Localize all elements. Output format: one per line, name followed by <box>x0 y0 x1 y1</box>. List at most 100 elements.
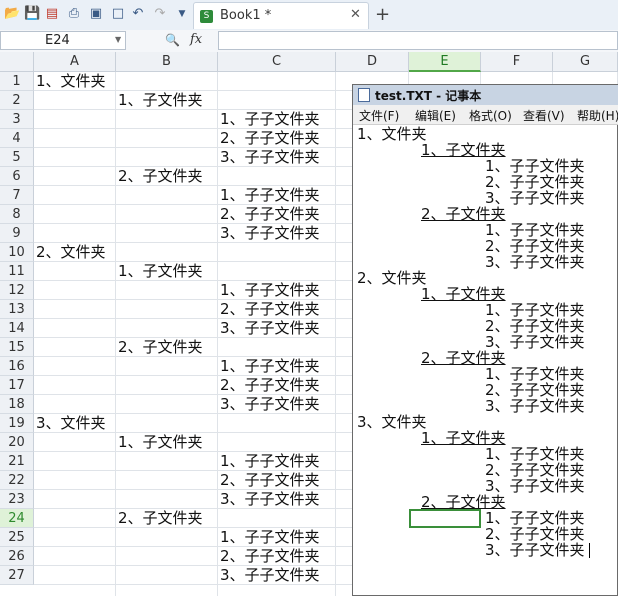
row-header-1[interactable]: 1 <box>0 72 34 91</box>
cell-a19[interactable]: 3、文件夹 <box>34 414 106 433</box>
cell-b24[interactable]: 2、子文件夹 <box>116 509 203 528</box>
column-header-a[interactable]: A <box>34 52 116 72</box>
new-tab-button[interactable]: + <box>375 4 390 25</box>
row-header-7[interactable]: 7 <box>0 186 34 205</box>
cell-c26[interactable]: 2、子子文件夹 <box>218 547 320 566</box>
cell-c18[interactable]: 3、子子文件夹 <box>218 395 320 414</box>
column-header-f[interactable]: F <box>481 52 553 72</box>
notepad-line: 1、子子文件夹 <box>485 157 585 175</box>
chevron-down-icon[interactable]: ▼ <box>115 35 121 44</box>
select-all-corner[interactable] <box>0 52 34 72</box>
cell-c23[interactable]: 3、子子文件夹 <box>218 490 320 509</box>
cell-c27[interactable]: 3、子子文件夹 <box>218 566 320 585</box>
cell-b15[interactable]: 2、子文件夹 <box>116 338 203 357</box>
column-header-g[interactable]: G <box>553 52 618 72</box>
row-header-23[interactable]: 23 <box>0 490 34 509</box>
cell-b11[interactable]: 1、子文件夹 <box>116 262 203 281</box>
cell-c9[interactable]: 3、子子文件夹 <box>218 224 320 243</box>
cell-c12[interactable]: 1、子子文件夹 <box>218 281 320 300</box>
notepad-title-bar[interactable]: test.TXT - 记事本 <box>353 85 618 106</box>
row-header-15[interactable]: 15 <box>0 338 34 357</box>
column-header-e[interactable]: E <box>409 52 481 72</box>
row-header-13[interactable]: 13 <box>0 300 34 319</box>
cell-c7[interactable]: 1、子子文件夹 <box>218 186 320 205</box>
preview-icon[interactable]: □ <box>110 6 126 22</box>
tab-book1[interactable]: S Book1 * ✕ <box>193 2 369 29</box>
cell-a1[interactable]: 1、文件夹 <box>34 72 106 91</box>
notepad-icon <box>358 88 370 102</box>
formula-input[interactable] <box>218 31 618 50</box>
cell-c21[interactable]: 1、子子文件夹 <box>218 452 320 471</box>
notepad-line: 2、子子文件夹 <box>485 525 585 543</box>
notepad-line: 2、子子文件夹 <box>485 461 585 479</box>
name-box[interactable]: E24 ▼ <box>0 31 126 50</box>
column-header-b[interactable]: B <box>116 52 218 72</box>
row-header-10[interactable]: 10 <box>0 243 34 262</box>
cell-c3[interactable]: 1、子子文件夹 <box>218 110 320 129</box>
cell-c14[interactable]: 3、子子文件夹 <box>218 319 320 338</box>
close-icon[interactable]: ✕ <box>350 7 361 22</box>
row-header-3[interactable]: 3 <box>0 110 34 129</box>
notepad-line: 1、子子文件夹 <box>485 221 585 239</box>
row-header-22[interactable]: 22 <box>0 471 34 490</box>
cell-c17[interactable]: 2、子子文件夹 <box>218 376 320 395</box>
notepad-line: 3、子子文件夹 <box>485 189 585 207</box>
notepad-line: 2、文件夹 <box>357 269 427 287</box>
row-header-12[interactable]: 12 <box>0 281 34 300</box>
cell-c13[interactable]: 2、子子文件夹 <box>218 300 320 319</box>
row-header-18[interactable]: 18 <box>0 395 34 414</box>
notepad-text-area[interactable]: 1、文件夹 1、子文件夹 1、子子文件夹 2、子子文件夹 3、子子文件夹 2、子文件夹 1、… <box>357 126 617 595</box>
cell-b6[interactable]: 2、子文件夹 <box>116 167 203 186</box>
notepad-menu-item[interactable]: 帮助(H) <box>577 107 618 124</box>
row-header-20[interactable]: 20 <box>0 433 34 452</box>
redo-icon[interactable]: ↷ <box>152 6 168 22</box>
open-folder-icon[interactable]: 📂 <box>4 6 20 22</box>
row-header-6[interactable]: 6 <box>0 167 34 186</box>
dropdown-icon[interactable]: ▼ <box>174 6 190 22</box>
notepad-window[interactable]: test.TXT - 记事本 文件(F) 编辑(E) 格式(O) 查看(V) 帮助(H)… <box>352 84 618 596</box>
notepad-line: 2、子子文件夹 <box>485 173 585 191</box>
row-header-2[interactable]: 2 <box>0 91 34 110</box>
notepad-line: 2、子子文件夹 <box>485 317 585 335</box>
row-header-4[interactable]: 4 <box>0 129 34 148</box>
cell-a10[interactable]: 2、文件夹 <box>34 243 106 262</box>
function-icon[interactable]: fx <box>190 32 202 47</box>
notepad-line: 2、子文件夹 <box>421 493 506 511</box>
notepad-menu-item[interactable]: 文件(F) <box>359 107 399 124</box>
print-icon[interactable]: ⎙ <box>66 6 82 22</box>
cell-c8[interactable]: 2、子子文件夹 <box>218 205 320 224</box>
row-header-5[interactable]: 5 <box>0 148 34 167</box>
row-header-14[interactable]: 14 <box>0 319 34 338</box>
cell-b2[interactable]: 1、子文件夹 <box>116 91 203 110</box>
row-header-27[interactable]: 27 <box>0 566 34 585</box>
row-header-24[interactable]: 24 <box>0 509 34 528</box>
cell-c5[interactable]: 3、子子文件夹 <box>218 148 320 167</box>
row-header-21[interactable]: 21 <box>0 452 34 471</box>
notepad-menu-item[interactable]: 查看(V) <box>523 107 565 124</box>
notepad-line: 1、子子文件夹 <box>485 301 585 319</box>
row-header-19[interactable]: 19 <box>0 414 34 433</box>
row-header-8[interactable]: 8 <box>0 205 34 224</box>
row-header-16[interactable]: 16 <box>0 357 34 376</box>
notepad-menu-bar: 文件(F) 编辑(E) 格式(O) 查看(V) 帮助(H) <box>353 105 618 125</box>
row-header-17[interactable]: 17 <box>0 376 34 395</box>
cell-c25[interactable]: 1、子子文件夹 <box>218 528 320 547</box>
zoom-icon[interactable]: 🔍 <box>165 33 180 47</box>
cell-c22[interactable]: 2、子子文件夹 <box>218 471 320 490</box>
cell-c16[interactable]: 1、子子文件夹 <box>218 357 320 376</box>
row-header-25[interactable]: 25 <box>0 528 34 547</box>
row-header-9[interactable]: 9 <box>0 224 34 243</box>
row-header-11[interactable]: 11 <box>0 262 34 281</box>
column-header-c[interactable]: C <box>218 52 336 72</box>
export-pdf-icon[interactable]: ▤ <box>44 6 60 22</box>
row-header-26[interactable]: 26 <box>0 547 34 566</box>
notepad-menu-item[interactable]: 编辑(E) <box>415 107 456 124</box>
active-cell-selection <box>409 509 481 528</box>
undo-icon[interactable]: ↶ <box>130 6 146 22</box>
column-header-d[interactable]: D <box>336 52 409 72</box>
notepad-menu-item[interactable]: 格式(O) <box>469 107 512 124</box>
save-icon[interactable]: 💾 <box>24 6 40 22</box>
print-preview-icon[interactable]: ▣ <box>88 6 104 22</box>
cell-c4[interactable]: 2、子子文件夹 <box>218 129 320 148</box>
cell-b20[interactable]: 1、子文件夹 <box>116 433 203 452</box>
